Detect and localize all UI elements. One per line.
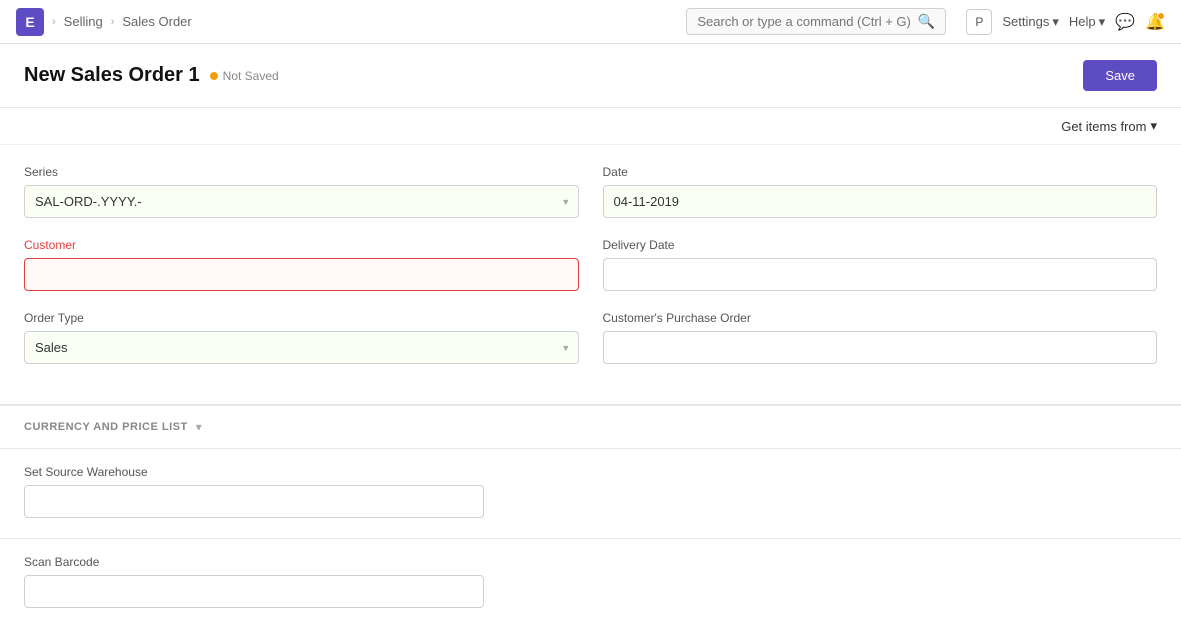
order-type-label: Order Type [24,311,579,325]
help-button[interactable]: Help ▾ [1069,14,1105,30]
barcode-label: Scan Barcode [24,555,1157,569]
purchase-order-input[interactable] [603,331,1158,364]
search-container[interactable]: 🔍 [686,8,946,35]
warehouse-input[interactable] [24,485,484,518]
page-header: New Sales Order 1 Not Saved Save [0,44,1181,108]
form-body: Series SAL-ORD-.YYYY.- ▾ Date Custome [0,145,1181,404]
delivery-date-field: Delivery Date [603,238,1158,291]
delivery-date-input[interactable] [603,258,1158,291]
series-select-wrapper: SAL-ORD-.YYYY.- ▾ [24,185,579,218]
nav-right: P Settings ▾ Help ▾ 💬 🔔 [966,9,1165,35]
series-label: Series [24,165,579,179]
purchase-order-label: Customer's Purchase Order [603,311,1158,325]
order-type-select[interactable]: Sales Maintenance Shopping Cart [24,331,579,364]
status-badge: Not Saved [210,69,279,83]
series-field: Series SAL-ORD-.YYYY.- ▾ [24,165,579,218]
save-button[interactable]: Save [1083,60,1157,91]
series-select[interactable]: SAL-ORD-.YYYY.- [24,185,579,218]
notifications-chat-icon[interactable]: 💬 [1115,12,1135,32]
order-type-field: Order Type Sales Maintenance Shopping Ca… [24,311,579,364]
warehouse-label: Set Source Warehouse [24,465,1157,479]
date-label: Date [603,165,1158,179]
currency-section: CURRENCY AND PRICE LIST ▾ [0,405,1181,449]
warehouse-section: Set Source Warehouse [0,449,1181,539]
breadcrumb-sales-order[interactable]: Sales Order [122,14,191,29]
customer-input[interactable] [24,258,579,291]
page-title-row: New Sales Order 1 Not Saved [24,64,279,87]
search-input[interactable] [697,14,912,29]
date-field: Date [603,165,1158,218]
order-type-select-wrapper: Sales Maintenance Shopping Cart ▾ [24,331,579,364]
form-card-header: Get items from ▾ [0,108,1181,145]
barcode-section: Scan Barcode [0,539,1181,628]
status-text: Not Saved [223,69,279,83]
top-nav: E › Selling › Sales Order 🔍 P Settings ▾… [0,0,1181,44]
form-row-1: Series SAL-ORD-.YYYY.- ▾ Date [24,165,1157,218]
app-logo: E [16,8,44,36]
currency-section-label: CURRENCY AND PRICE LIST [24,421,188,433]
form-row-2: Customer Delivery Date [24,238,1157,291]
breadcrumb-chevron-1: › [52,16,56,28]
get-items-button[interactable]: Get items from ▾ [1061,118,1157,134]
dropdown-arrow-icon: ▾ [1150,118,1157,134]
purchase-order-field: Customer's Purchase Order [603,311,1158,364]
page-title: New Sales Order 1 [24,64,200,87]
bell-container: 🔔 [1145,12,1165,32]
profile-badge[interactable]: P [966,9,992,35]
notification-dot [1157,12,1165,20]
customer-field: Customer [24,238,579,291]
breadcrumb-chevron-2: › [111,16,115,28]
main-content: Get items from ▾ Series SAL-ORD-.YYYY.- … [0,108,1181,628]
currency-section-toggle-icon[interactable]: ▾ [196,420,202,434]
customer-label: Customer [24,238,579,252]
form-card: Get items from ▾ Series SAL-ORD-.YYYY.- … [0,108,1181,405]
search-icon: 🔍 [918,13,935,30]
status-dot [210,72,218,80]
date-input[interactable] [603,185,1158,218]
breadcrumb-selling[interactable]: Selling [64,14,103,29]
form-row-3: Order Type Sales Maintenance Shopping Ca… [24,311,1157,364]
delivery-date-label: Delivery Date [603,238,1158,252]
settings-button[interactable]: Settings ▾ [1002,14,1059,30]
barcode-input[interactable] [24,575,484,608]
